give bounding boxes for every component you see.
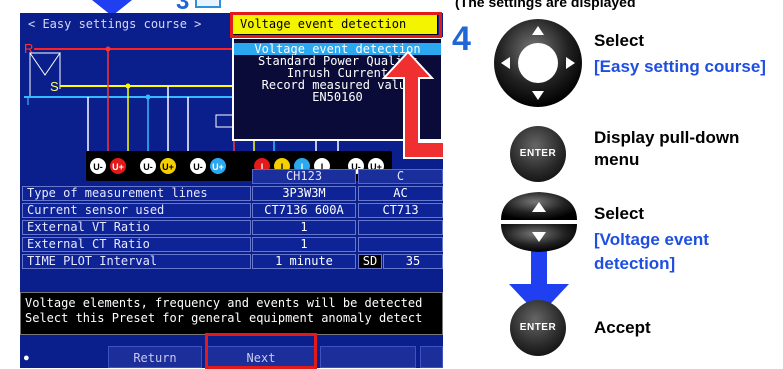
table-header: C <box>358 169 443 184</box>
row-value[interactable]: 3P3W3M <box>252 186 356 201</box>
function-button-empty[interactable] <box>320 346 416 368</box>
instruction-target: [Easy setting course] <box>594 57 766 76</box>
row-value[interactable]: CT713 <box>358 203 443 218</box>
instruction-action: Select <box>594 31 645 50</box>
row-value[interactable]: AC <box>358 186 443 201</box>
up-down-keys-icon <box>501 192 577 316</box>
channel-terminal: U- <box>189 157 207 175</box>
screen-title: < Easy settings course > <box>28 17 202 31</box>
step-number: 4 <box>452 20 471 58</box>
previous-step-icon <box>195 0 221 8</box>
row-value[interactable] <box>358 220 443 235</box>
phase-s-label: S <box>50 79 59 94</box>
channel-terminal-label: U- <box>193 162 203 172</box>
row-label: External VT Ratio <box>22 220 251 235</box>
channel-terminal-label: U- <box>93 162 103 172</box>
channel-terminal-label: U+ <box>112 162 124 172</box>
channel-terminal-label: U- <box>143 162 153 172</box>
message-line: Select this Preset for general equipment… <box>25 311 423 325</box>
channel-terminal-label: U+ <box>162 162 174 172</box>
enter-key: ENTER <box>510 300 566 356</box>
row-label: Type of measurement lines <box>22 186 251 201</box>
row-value[interactable]: CT7136 600A <box>252 203 356 218</box>
row-value[interactable]: 1 minute <box>252 254 356 269</box>
row-label: TIME PLOT Interval <box>22 254 251 269</box>
return-button[interactable]: Return <box>108 346 202 368</box>
instruction-action: Accept <box>594 318 651 337</box>
previous-step-text: (The settings are displayed <box>455 0 636 10</box>
message-line: Voltage elements, frequency and events w… <box>25 296 423 310</box>
phase-t-label: T <box>24 93 32 108</box>
channel-terminal: U- <box>139 157 157 175</box>
status-icon: ● <box>23 352 30 364</box>
row-label: Current sensor used <box>22 203 251 218</box>
enter-key: ENTER <box>510 126 566 182</box>
row-value[interactable]: 35 <box>383 254 443 269</box>
up-arrow-icon <box>381 50 444 159</box>
instruction-action: Select <box>594 204 645 223</box>
channel-terminal-label: U+ <box>212 162 224 172</box>
channel-terminal: U+ <box>159 157 177 175</box>
channel-terminal: U+ <box>209 157 227 175</box>
message-box: Voltage elements, frequency and events w… <box>20 292 443 335</box>
row-label: External CT Ratio <box>22 237 251 252</box>
instruction-target: [Voltage event detection] <box>594 230 709 273</box>
function-button-empty[interactable] <box>420 346 443 368</box>
channel-terminal: U+ <box>109 157 127 175</box>
preset-highlight-frame <box>230 12 442 38</box>
row-value[interactable]: 1 <box>252 220 356 235</box>
instruction-action: Display pull-down menu <box>594 128 740 169</box>
row-value[interactable]: 1 <box>252 237 356 252</box>
row-value[interactable]: SD <box>358 254 382 269</box>
phase-r-label: R <box>24 41 33 56</box>
table-header: CH123 <box>252 169 356 184</box>
next-highlight-frame <box>205 333 317 369</box>
row-value[interactable] <box>358 237 443 252</box>
channel-terminal: U- <box>89 157 107 175</box>
dpad-icon <box>494 19 582 107</box>
